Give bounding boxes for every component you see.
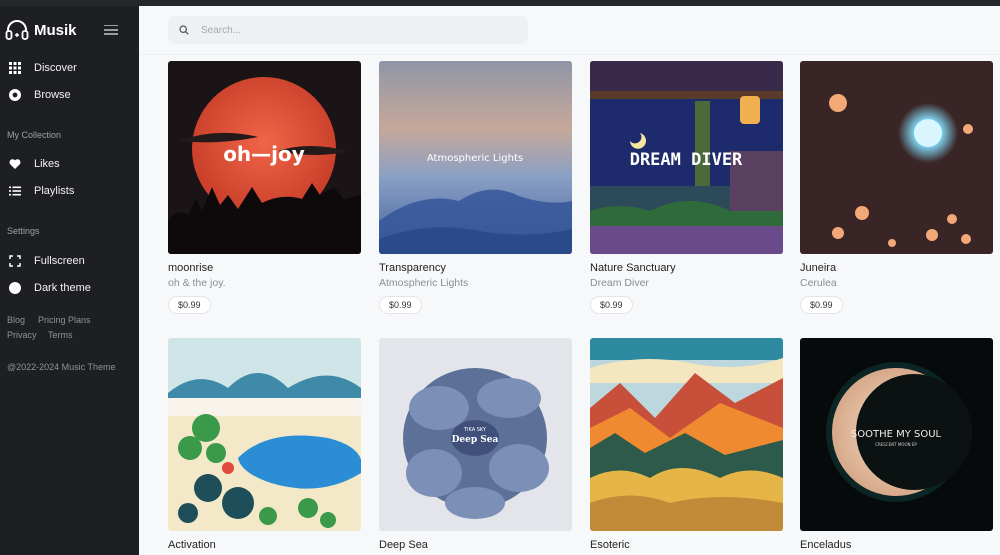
cover-text: Deep Sea [452, 435, 499, 445]
section-my-collection: My Collection [7, 130, 62, 140]
album-cover[interactable]: DREAM DIVER [590, 61, 783, 254]
album-cover[interactable]: TIKA SKY Deep Sea [379, 338, 572, 531]
sidebar-item-playlists[interactable]: Playlists [0, 181, 139, 201]
album-title[interactable]: Enceladus [800, 539, 993, 551]
sidebar-item-label: Playlists [34, 185, 75, 197]
album-card-transparency[interactable]: Atmospheric Lights Transparency Atmosphe… [379, 61, 572, 314]
toggle-icon [9, 282, 21, 294]
sidebar-item-label: Fullscreen [34, 255, 85, 267]
header-divider [139, 54, 1000, 55]
album-card-deep-sea[interactable]: TIKA SKY Deep Sea Deep Sea [379, 338, 572, 551]
link-blog[interactable]: Blog [7, 315, 25, 325]
album-artist[interactable]: oh & the joy. [168, 277, 361, 289]
brand[interactable]: Musik [5, 20, 77, 40]
album-title[interactable]: Transparency [379, 262, 572, 274]
cover-text: Atmospheric Lights [427, 153, 523, 164]
section-settings: Settings [7, 226, 40, 236]
album-card-juneira[interactable]: Juneira Cerulea $0.99 [800, 61, 993, 314]
copyright: @2022-2024 Music Theme [7, 362, 116, 372]
sidebar: Musik Discover Browse My Collection Like… [0, 6, 139, 555]
window-top-bar [0, 0, 1000, 6]
search-input[interactable] [201, 16, 501, 44]
fullscreen-icon [9, 255, 21, 267]
album-card-enceladus[interactable]: SOOTHE MY SOUL CRESCENT MOON EP Enceladu… [800, 338, 993, 551]
album-artist[interactable]: Cerulea [800, 277, 993, 289]
heart-icon [9, 159, 21, 169]
headphones-logo-icon [5, 20, 29, 40]
album-card-moonrise[interactable]: oh—joy moonrise oh & the joy. $0.99 [168, 61, 361, 314]
cover-small-text: CRESCENT MOON EP [875, 442, 917, 447]
price-badge[interactable]: $0.99 [379, 296, 422, 314]
sidebar-item-label: Discover [34, 62, 77, 74]
cover-text: SOOTHE MY SOUL [851, 429, 942, 440]
price-badge[interactable]: $0.99 [590, 296, 633, 314]
album-cover[interactable]: SOOTHE MY SOUL CRESCENT MOON EP [800, 338, 993, 531]
album-cover[interactable] [168, 338, 361, 531]
album-title[interactable]: Esoteric [590, 539, 783, 551]
radio-icon [9, 89, 21, 101]
link-pricing-plans[interactable]: Pricing Plans [38, 315, 91, 325]
album-artist[interactable]: Dream Diver [590, 277, 783, 289]
sidebar-item-discover[interactable]: Discover [0, 58, 139, 78]
album-artist[interactable]: Atmospheric Lights [379, 277, 572, 289]
link-terms[interactable]: Terms [48, 330, 73, 340]
sidebar-item-browse[interactable]: Browse [0, 85, 139, 105]
link-privacy[interactable]: Privacy [7, 330, 37, 340]
album-card-nature-sanctuary[interactable]: DREAM DIVER Nature Sanctuary Dream Diver… [590, 61, 783, 314]
album-cover[interactable] [800, 61, 993, 254]
album-title[interactable]: Juneira [800, 262, 993, 274]
price-badge[interactable]: $0.99 [800, 296, 843, 314]
search-icon [179, 25, 189, 35]
hamburger-menu-icon[interactable] [104, 25, 118, 35]
sidebar-item-dark-theme[interactable]: Dark theme [0, 278, 139, 298]
cover-text: oh—joy [223, 142, 305, 166]
album-title[interactable]: moonrise [168, 262, 361, 274]
sidebar-item-label: Browse [34, 89, 71, 101]
sidebar-item-fullscreen[interactable]: Fullscreen [0, 251, 139, 271]
sidebar-item-label: Dark theme [34, 282, 91, 294]
album-card-esoteric[interactable]: Esoteric [590, 338, 783, 551]
grid-icon [9, 62, 21, 74]
price-badge[interactable]: $0.99 [168, 296, 211, 314]
album-title[interactable]: Deep Sea [379, 539, 572, 551]
cover-text: DREAM DIVER [630, 150, 743, 170]
album-cover[interactable] [590, 338, 783, 531]
sidebar-item-label: Likes [34, 158, 60, 170]
sidebar-item-likes[interactable]: Likes [0, 154, 139, 174]
app-name: Musik [34, 21, 77, 39]
cover-small-text: TIKA SKY [463, 427, 487, 433]
album-card-activation[interactable]: Activation [168, 338, 361, 551]
album-cover[interactable]: Atmospheric Lights [379, 61, 572, 254]
album-cover[interactable]: oh—joy [168, 61, 361, 254]
album-title[interactable]: Activation [168, 539, 361, 551]
list-icon [9, 186, 21, 196]
album-title[interactable]: Nature Sanctuary [590, 262, 783, 274]
search-bar[interactable] [168, 16, 528, 44]
